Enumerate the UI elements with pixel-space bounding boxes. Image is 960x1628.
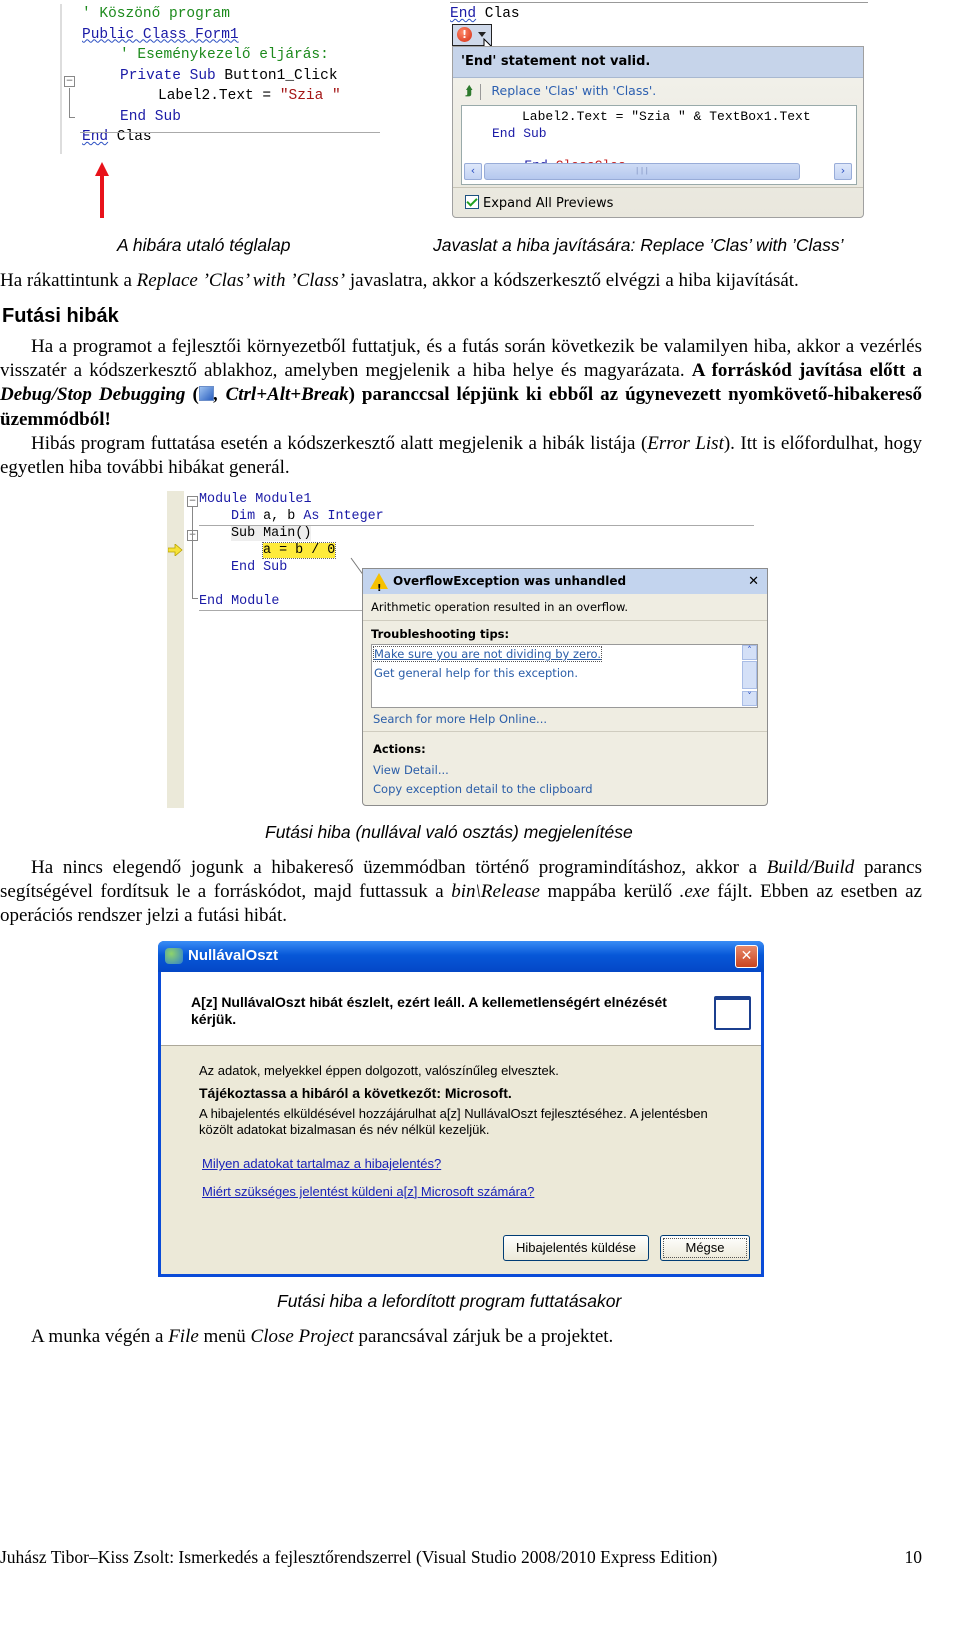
paragraph: Ha a programot a fejlesztői környezetből… [0, 336, 922, 430]
exception-title-bar: ! OverflowException was unhandled ✕ [363, 569, 767, 594]
divider [453, 187, 863, 188]
code-line: ' Köszönő program [82, 6, 230, 22]
error-message-header: 'End' statement not valid. [453, 47, 863, 78]
data-lost-text: Az adatok, melyekkel éppen dolgozott, va… [199, 1063, 559, 1078]
figure-caption: Futási hiba (nullával való osztás) megje… [265, 822, 633, 842]
figure-caption: Javaslat a hiba javítására: Replace ’Cla… [433, 235, 844, 255]
preview-line: Label2.Text = "Szia " & TextBox1.Text [522, 109, 811, 124]
expand-all-previews-checkbox[interactable]: Expand All Previews [465, 195, 613, 211]
exception-assistant-popup: ! OverflowException was unhandled ✕ Arit… [362, 568, 768, 806]
fold-line [192, 507, 193, 599]
code-line: End Sub [231, 560, 288, 575]
suggestion-row[interactable]: ⮭ Replace 'Clas' with 'Class'. [465, 83, 656, 100]
code-line: Private Sub Button1_Click [120, 67, 338, 84]
current-line-arrow-icon [168, 544, 183, 556]
editor-gutter [167, 491, 184, 808]
paragraph: Ha nincs elegendő jogunk a hibakereső üz… [0, 857, 922, 927]
code-line: End Module [199, 594, 280, 609]
fold-line-end [69, 117, 75, 118]
cancel-button[interactable]: Mégse [660, 1235, 750, 1261]
error-correction-screenshot: End Clas ! 'End' statement not valid. ⮭ R… [450, 2, 868, 218]
app-icon [165, 948, 183, 964]
page-number: 10 [904, 1547, 923, 1567]
troubleshooting-tips-list: Make sure you are not dividing by zero. … [371, 644, 758, 708]
red-arrow-up-icon [95, 162, 109, 218]
code-line-error: a = b / 0 [261, 542, 337, 559]
tip-link[interactable]: Get general help for this exception. [374, 666, 578, 680]
page-footer: Juhász Tibor–Kiss Zsolt: Ismerkedés a fe… [0, 1547, 922, 1568]
divider [363, 731, 767, 732]
close-icon[interactable]: ✕ [748, 569, 759, 594]
collapse-icon: − [187, 496, 198, 507]
paragraph: Hibás program futtatása esetén a kódszer… [0, 433, 922, 479]
code-line: End Sub [120, 108, 181, 125]
window-icon [714, 996, 751, 1030]
report-contents-link[interactable]: Milyen adatokat tartalmaz a hibajelentés… [202, 1156, 441, 1171]
divider [480, 83, 482, 100]
why-send-report-link[interactable]: Miért szükséges jelentést küldeni a[z] M… [202, 1184, 534, 1199]
dialog-header: A[z] NullávalOszt hibát észlelt, ezért l… [161, 972, 761, 1046]
send-report-button[interactable]: Hibajelentés küldése [503, 1235, 649, 1261]
collapse-chevron-icon[interactable]: ⮭ [465, 83, 472, 98]
code-editor: − − Module Module1 Dim a, b As Integer S… [184, 491, 768, 808]
exception-message: Arithmetic operation resulted in an over… [363, 594, 767, 621]
dialog-body: A[z] NullávalOszt hibát észlelt, ezért l… [161, 972, 761, 1274]
error-icon: ! [457, 27, 472, 42]
code-line: Dim a, b As Integer [231, 509, 384, 524]
tip-link[interactable]: Make sure you are not dividing by zero. [372, 646, 603, 662]
dialog-title-bar[interactable]: NullávalOszt ✕ [158, 941, 764, 972]
scroll-up-button[interactable]: ˄ [742, 645, 757, 660]
scroll-thumb[interactable]: ||| [484, 163, 800, 180]
debugger-screenshot: − − Module Module1 Dim a, b As Integer S… [167, 491, 768, 808]
section-heading: Futási hibák [2, 305, 119, 327]
horizontal-scrollbar[interactable]: ‹ ||| › [464, 162, 852, 180]
collapse-icon: − [64, 76, 75, 87]
figure-caption: Futási hiba a lefordított program futtat… [277, 1291, 622, 1311]
code-line: Module Module1 [199, 492, 312, 507]
scroll-down-button[interactable]: ˅ [742, 691, 757, 706]
separator-line [80, 132, 380, 133]
code-line: Sub Main() [231, 526, 312, 541]
copy-detail-link[interactable]: Copy exception detail to the clipboard [373, 782, 593, 796]
close-button[interactable]: ✕ [735, 945, 758, 968]
replace-suggestion-link[interactable]: Replace 'Clas' with 'Class'. [491, 83, 656, 98]
inform-text: A hibajelentés elküldésével hozzájárulha… [199, 1106, 708, 1137]
dialog-title: NullávalOszt [188, 947, 279, 964]
windows-error-dialog: NullávalOszt ✕ A[z] NullávalOszt hibát é… [158, 941, 764, 1277]
view-detail-link[interactable]: View Detail... [373, 763, 449, 777]
actions-label: Actions: [373, 742, 426, 756]
fold-line [69, 88, 70, 118]
main-error-message: A[z] NullávalOszt hibát észlelt, ezért l… [191, 994, 667, 1027]
warning-icon: ! [370, 573, 388, 594]
search-help-online-link[interactable]: Search for more Help Online... [373, 712, 547, 726]
dropdown-arrow-icon [478, 32, 486, 37]
figure-caption: A hibára utaló téglalap [117, 235, 291, 255]
checkbox-checked-icon[interactable] [465, 195, 479, 209]
code-line: ' Eseménykezelő eljárás: [120, 47, 329, 63]
footer-citation: Juhász Tibor–Kiss Zsolt: Ismerkedés a fe… [0, 1547, 718, 1567]
preview-line: End Sub [492, 126, 547, 141]
error-correction-panel: 'End' statement not valid. ⮭ Replace 'Cla… [452, 46, 864, 218]
code-line: Public Class Form1 [82, 26, 239, 43]
inform-heading: Tájékoztassa a hibáról a következőt: Mic… [199, 1085, 512, 1101]
code-editor-screenshot-1: ' Köszönő program Public Class Form1 ' Ese… [60, 4, 382, 154]
stop-debugging-icon [198, 386, 214, 402]
scroll-left-button[interactable]: ‹ [464, 163, 482, 180]
code-preview: Label2.Text = "Szia " & TextBox1.Text En… [461, 105, 857, 185]
code-line: End Clas [450, 6, 520, 22]
scroll-thumb[interactable] [742, 661, 757, 689]
vertical-scrollbar[interactable]: ˄ ˅ [742, 645, 757, 707]
top-border [450, 2, 868, 3]
scroll-right-button[interactable]: › [834, 163, 852, 180]
fold-line-end [192, 598, 198, 599]
paragraph: Ha rákattintunk a Replace ’Clas’ with ’C… [0, 270, 799, 291]
tips-label: Troubleshooting tips: [371, 627, 510, 641]
code-line: Label2.Text = "Szia " [158, 88, 341, 104]
paragraph: A munka végén a File menü Close Project … [31, 1326, 614, 1347]
